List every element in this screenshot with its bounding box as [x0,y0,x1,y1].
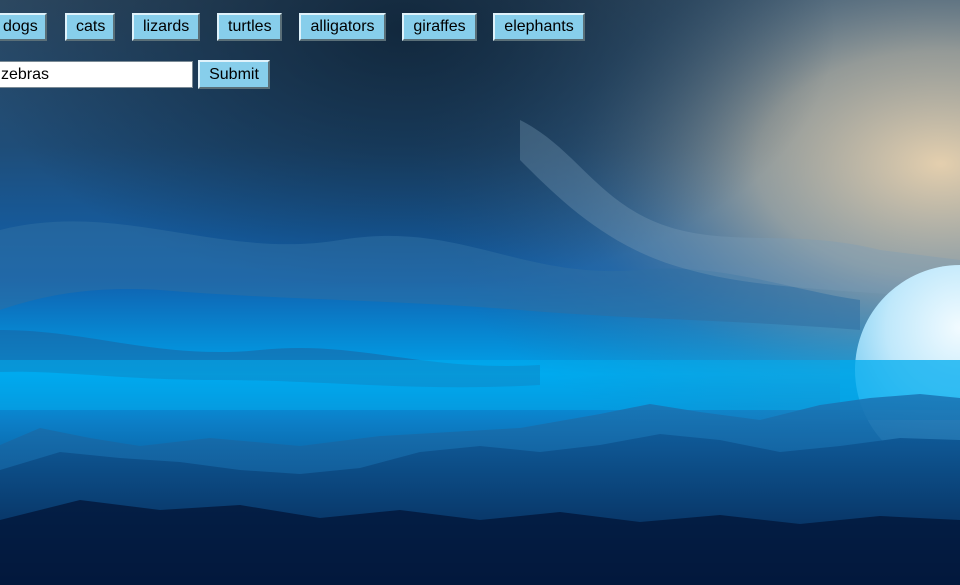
submit-button[interactable]: Submit [198,60,270,89]
cats-button[interactable]: cats [65,13,115,41]
turtles-button[interactable]: turtles [217,13,282,41]
giraffes-button[interactable]: giraffes [402,13,477,41]
elephants-button[interactable]: elephants [493,13,585,41]
lizards-button[interactable]: lizards [132,13,200,41]
alligators-button[interactable]: alligators [299,13,386,41]
animal-search-input[interactable] [0,61,193,88]
dogs-button[interactable]: dogs [0,13,47,41]
